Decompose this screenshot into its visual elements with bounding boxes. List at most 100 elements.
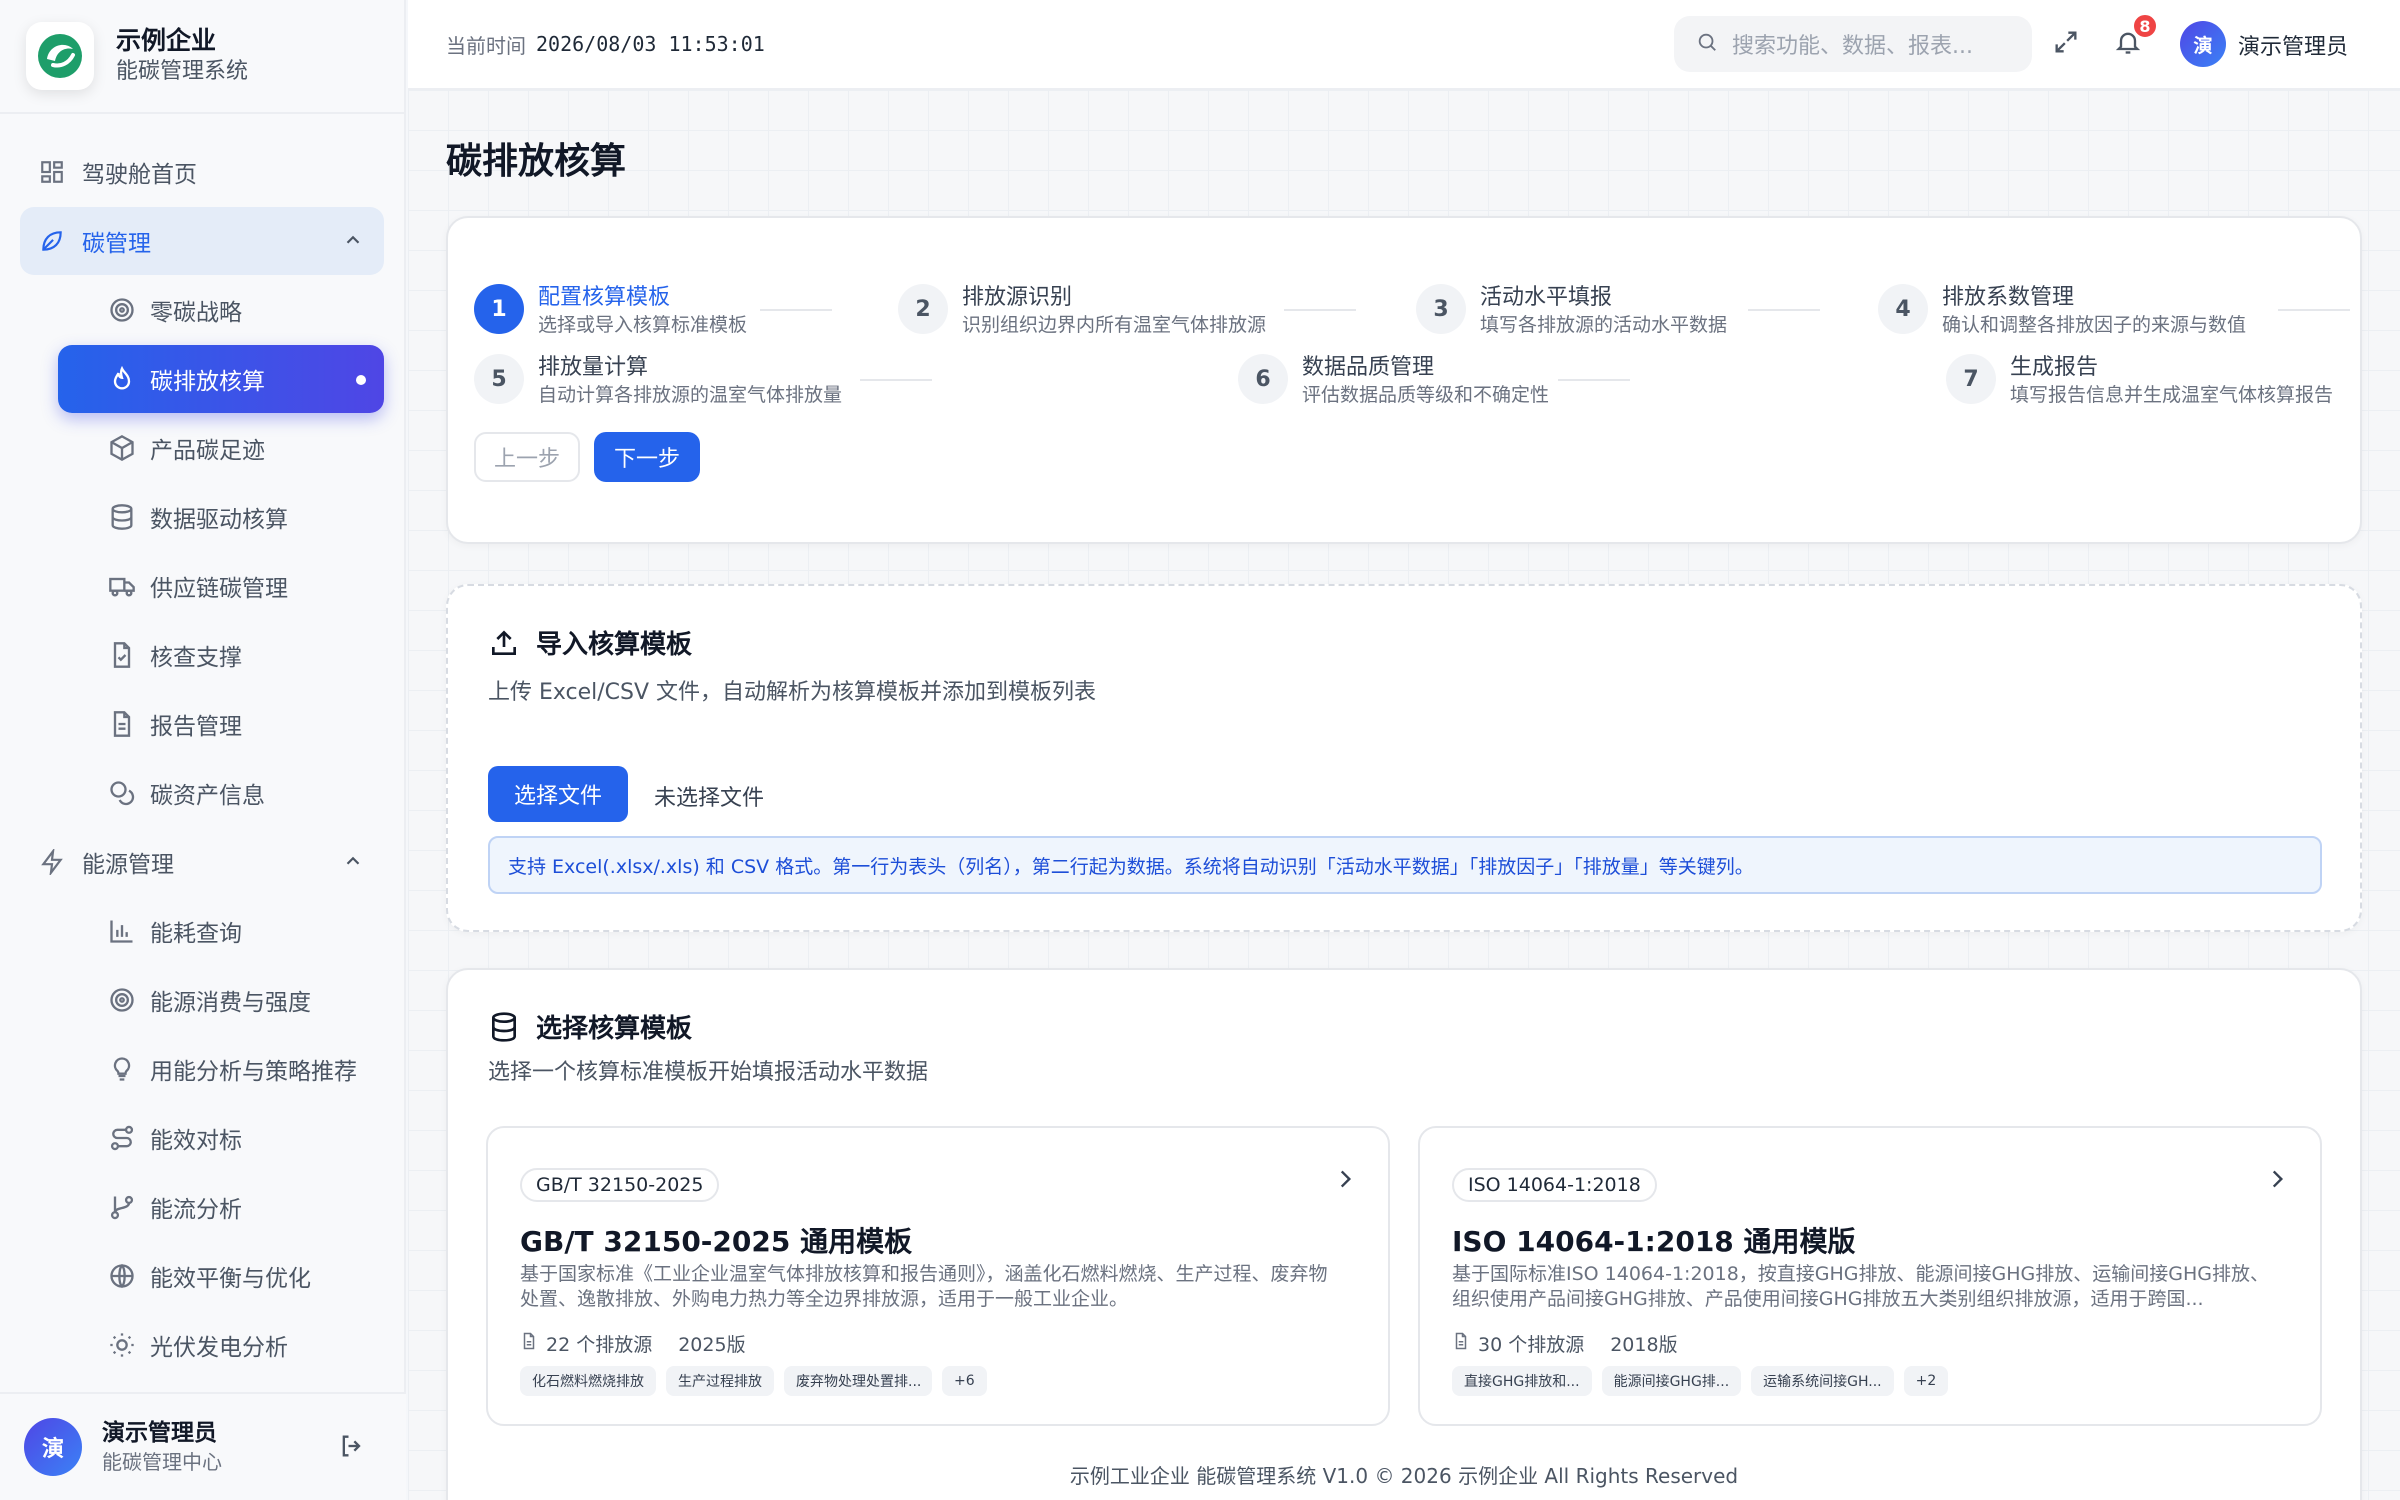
avatar[interactable]: 演	[24, 1418, 82, 1476]
sidebar-item-label: 能源消费与强度	[150, 990, 311, 1016]
template-tag: 运输系统间接GH...	[1751, 1366, 1894, 1396]
sidebar-item-label: 碳管理	[82, 231, 151, 257]
prev-step-button[interactable]: 上一步	[474, 432, 580, 482]
template-tag-more: +2	[1903, 1366, 1949, 1396]
sidebar-item-label: 驾驶舱首页	[82, 162, 197, 188]
route-icon	[108, 1124, 136, 1152]
step-7[interactable]: 7 生成报告 填写报告信息并生成温室气体核算报告	[1946, 354, 2333, 408]
sidebar-item-supply-chain[interactable]: 供应链碳管理	[58, 552, 384, 620]
template-card-iso[interactable]: ISO 14064-1:2018 ISO 14064-1:2018 通用模版 基…	[1418, 1126, 2322, 1426]
box-icon	[108, 434, 136, 462]
template-tag: 能源间接GHG排...	[1601, 1366, 1742, 1396]
sidebar-item-zero-carbon[interactable]: 零碳战略	[58, 276, 384, 344]
sidebar-item-label: 能效对标	[150, 1128, 242, 1154]
import-card: 导入核算模板 上传 Excel/CSV 文件，自动解析为核算模板并添加到模板列表…	[446, 584, 2362, 932]
sidebar-item-label: 供应链碳管理	[150, 576, 288, 602]
sidebar-item-label: 用能分析与策略推荐	[150, 1059, 357, 1085]
import-title: 导入核算模板	[488, 624, 692, 661]
step-connector	[1558, 379, 1630, 381]
sidebar-item-label: 光伏发电分析	[150, 1335, 288, 1361]
sidebar-item-energy-flow[interactable]: 能流分析	[58, 1173, 384, 1241]
sidebar-item-pv-analysis[interactable]: 光伏发电分析	[58, 1311, 384, 1379]
sidebar-item-label: 产品碳足迹	[150, 438, 265, 464]
template-meta: 22 个排放源 2025版	[520, 1330, 746, 1357]
lightbulb-icon	[108, 1055, 136, 1083]
coins-icon	[108, 779, 136, 807]
chevron-right-icon	[2264, 1166, 2290, 1196]
main-content: 碳排放核算 1 配置核算模板 选择或导入核算标准模板 2 排放源识别 识别组织边界内…	[408, 90, 2400, 1500]
sidebar-item-data-driven[interactable]: 数据驱动核算	[58, 483, 384, 551]
bar-chart-icon	[108, 917, 136, 945]
step-title: 排放量计算	[538, 355, 649, 380]
dashboard-icon	[38, 158, 66, 186]
template-section-title-text: 选择核算模板	[536, 1014, 693, 1044]
step-number: 4	[1878, 284, 1928, 334]
template-card-gbt[interactable]: GB/T 32150-2025 GB/T 32150-2025 通用模板 基于国…	[486, 1126, 1390, 1426]
sidebar-item-energy-query[interactable]: 能耗查询	[58, 897, 384, 965]
search-icon	[1696, 31, 1718, 57]
logout-icon[interactable]	[338, 1432, 366, 1464]
step-connector	[2278, 309, 2350, 311]
sun-icon	[108, 1331, 136, 1359]
step-2[interactable]: 2 排放源识别 识别组织边界内所有温室气体排放源	[898, 284, 1266, 338]
step-title: 排放源识别	[962, 285, 1073, 310]
next-step-button[interactable]: 下一步	[594, 432, 700, 482]
footer: 示例工业企业 能碳管理系统 V1.0 © 2026 示例企业 All Right…	[1069, 1464, 1739, 1488]
globe-icon	[108, 1262, 136, 1290]
step-number: 3	[1416, 284, 1466, 334]
template-select-card: 选择核算模板 选择一个核算标准模板开始填报活动水平数据 GB/T 32150-2…	[446, 968, 2362, 1500]
database-icon	[488, 1011, 520, 1043]
sidebar-item-carbon-assets[interactable]: 碳资产信息	[58, 759, 384, 827]
step-number: 5	[474, 354, 524, 404]
import-hint: 支持 Excel(.xlsx/.xls) 和 CSV 格式。第一行为表头（列名）…	[488, 836, 2322, 894]
template-version: 2025版	[678, 1334, 746, 1356]
sidebar-item-efficiency-balance[interactable]: 能效平衡与优化	[58, 1242, 384, 1310]
sidebar-item-carbon-accounting[interactable]: 碳排放核算	[58, 345, 384, 413]
fullscreen-icon[interactable]	[2052, 28, 2080, 60]
step-3[interactable]: 3 活动水平填报 填写各排放源的活动水平数据	[1416, 284, 1727, 338]
avatar[interactable]: 演	[2180, 21, 2226, 67]
step-6[interactable]: 6 数据品质管理评估数据品质等级和不确定性	[1238, 354, 1549, 408]
choose-file-button[interactable]: 选择文件	[488, 766, 628, 822]
step-1[interactable]: 1 配置核算模板 选择或导入核算标准模板	[474, 284, 747, 338]
template-tags: 直接GHG排放和... 能源间接GHG排... 运输系统间接GH... +2	[1452, 1366, 1958, 1396]
template-desc: 基于国家标准《工业企业温室气体排放核算和报告通则》，涵盖化石燃料燃烧、生产过程、…	[520, 1263, 1328, 1310]
file-text-icon	[108, 710, 136, 738]
step-connector	[760, 309, 832, 311]
step-connector	[860, 379, 932, 381]
sidebar: 示例企业 能碳管理系统 驾驶舱首页 碳管理 零碳战略 碳排放核算 产品碳足迹 数…	[0, 0, 406, 1500]
template-version: 2018版	[1610, 1334, 1678, 1356]
active-dot	[356, 375, 366, 385]
import-desc: 上传 Excel/CSV 文件，自动解析为核算模板并添加到模板列表	[488, 680, 1097, 705]
step-5[interactable]: 5 排放量计算 自动计算各排放源的温室气体排放量	[474, 354, 842, 408]
chevron-up-icon	[342, 229, 364, 257]
step-4[interactable]: 4 排放系数管理 确认和调整各排放因子的来源与数值	[1878, 284, 2246, 338]
import-title-text: 导入核算模板	[536, 630, 693, 660]
sidebar-item-benchmark[interactable]: 能效对标	[58, 1104, 384, 1172]
sidebar-item-label: 零碳战略	[150, 300, 242, 326]
sidebar-item-dashboard[interactable]: 驾驶舱首页	[20, 138, 384, 206]
step-desc: 评估数据品质等级和不确定性	[1302, 384, 1550, 406]
user-name: 演示管理员	[102, 1420, 217, 1446]
sidebar-item-product-footprint[interactable]: 产品碳足迹	[58, 414, 384, 482]
search-input[interactable]: 搜索功能、数据、报表...	[1674, 16, 2032, 72]
sidebar-group-carbon[interactable]: 碳管理	[20, 207, 384, 275]
chevron-up-icon	[342, 850, 364, 878]
top-user-name[interactable]: 演示管理员	[2238, 29, 2348, 61]
upload-icon	[488, 627, 520, 659]
notification-badge: 8	[2132, 13, 2158, 39]
sidebar-item-energy-analysis[interactable]: 用能分析与策略推荐	[58, 1035, 384, 1103]
file-status: 未选择文件	[654, 786, 765, 811]
step-desc: 确认和调整各排放因子的来源与数值	[1942, 314, 2247, 336]
step-connector	[1748, 309, 1820, 311]
sidebar-item-reports[interactable]: 报告管理	[58, 690, 384, 758]
standard-badge: GB/T 32150-2025	[520, 1168, 720, 1202]
step-number: 7	[1946, 354, 1996, 404]
sidebar-item-verification[interactable]: 核查支撑	[58, 621, 384, 689]
flame-icon	[108, 365, 136, 393]
step-title: 数据品质管理	[1302, 355, 1435, 380]
step-number: 6	[1238, 354, 1288, 404]
sidebar-group-energy[interactable]: 能源管理	[20, 828, 384, 896]
sidebar-item-energy-intensity[interactable]: 能源消费与强度	[58, 966, 384, 1034]
git-branch-icon	[108, 1193, 136, 1221]
